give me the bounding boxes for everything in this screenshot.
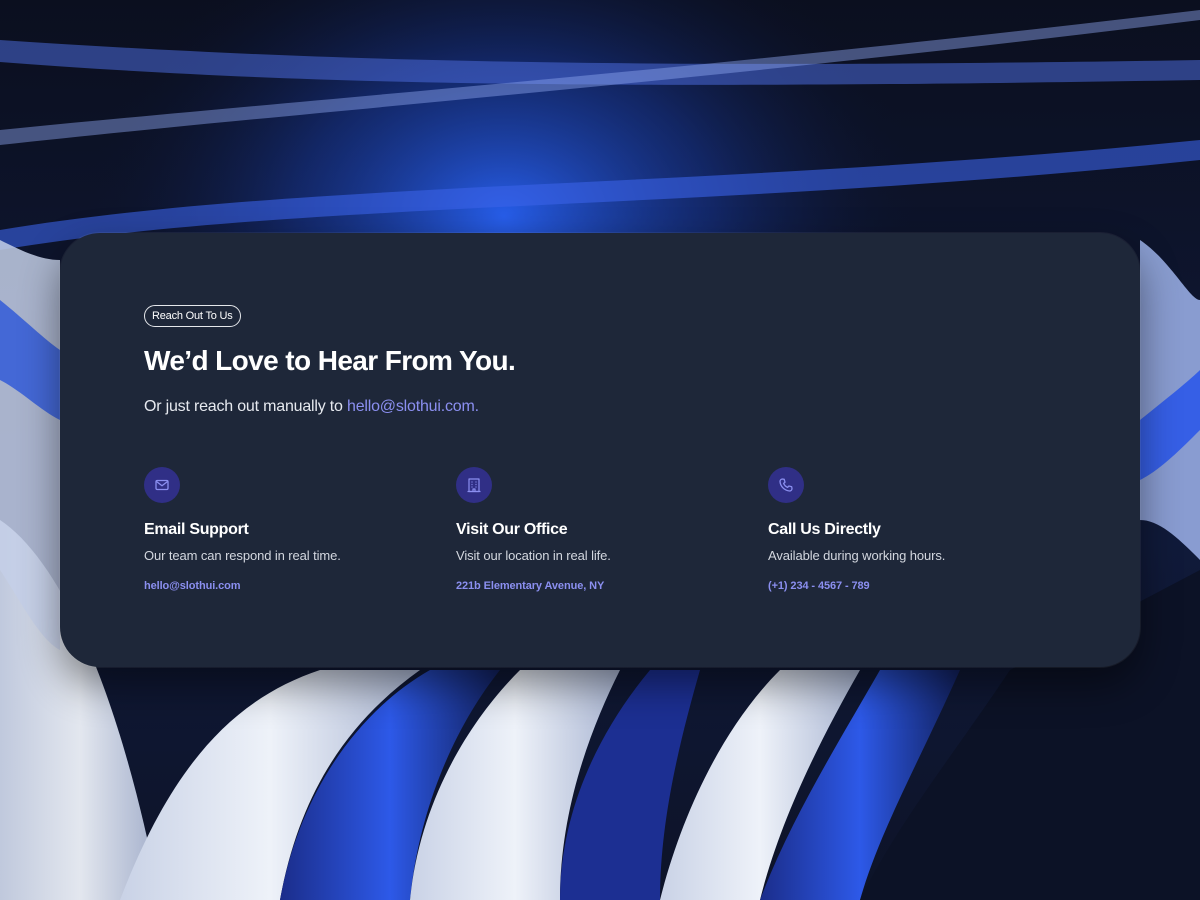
call-us-section: Call Us Directly Available during workin… <box>768 467 1068 594</box>
visit-office-description: Visit our location in real life. <box>456 548 611 563</box>
email-support-title: Email Support <box>144 521 249 538</box>
visit-office-link[interactable]: 221b Elementary Avenue, NY <box>456 578 604 594</box>
subtitle-email-link[interactable]: hello@slothui.com. <box>347 398 479 415</box>
email-support-link[interactable]: hello@slothui.com <box>144 578 241 594</box>
phone-icon <box>768 467 804 503</box>
visit-office-title: Visit Our Office <box>456 521 568 538</box>
call-us-description: Available during working hours. <box>768 548 946 563</box>
call-us-title: Call Us Directly <box>768 521 881 538</box>
contact-card: Reach Out To Us We’d Love to Hear From Y… <box>60 233 1140 667</box>
email-support-description: Our team can respond in real time. <box>144 548 341 563</box>
visit-office-section: Visit Our Office Visit our location in r… <box>456 467 756 594</box>
building-icon <box>456 467 492 503</box>
page-title: We’d Love to Hear From You. <box>144 345 516 376</box>
contact-subtitle: Or just reach out manually to hello@slot… <box>144 396 479 418</box>
email-support-section: Email Support Our team can respond in re… <box>144 467 444 594</box>
call-us-link[interactable]: (+1) 234 - 4567 - 789 <box>768 578 870 594</box>
reach-out-tag: Reach Out To Us <box>144 305 241 327</box>
mail-icon <box>144 467 180 503</box>
subtitle-text: Or just reach out manually to <box>144 398 347 415</box>
